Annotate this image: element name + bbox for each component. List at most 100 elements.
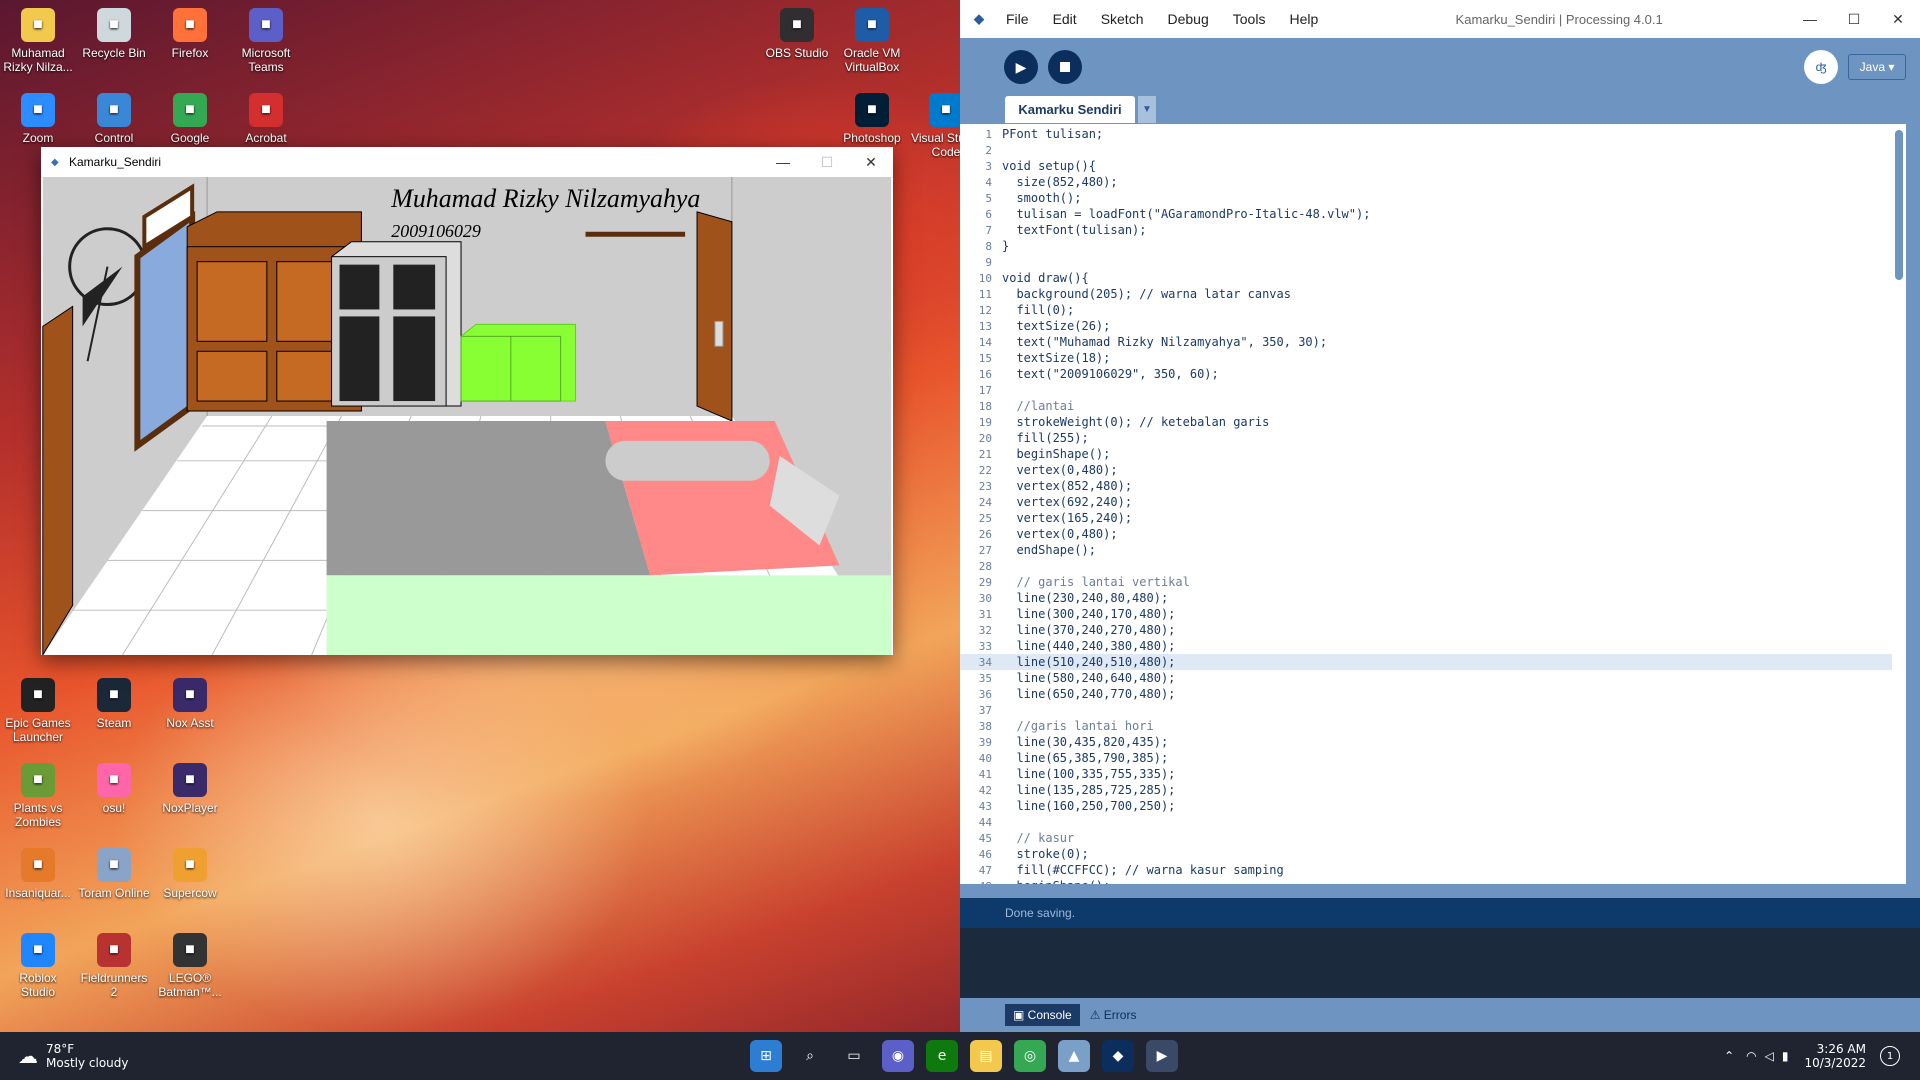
start-icon[interactable]: ⊞ — [750, 1040, 782, 1072]
line-number: 25 — [978, 512, 992, 525]
code-text: //garis lantai hori — [1002, 719, 1154, 733]
desktop-icon[interactable]: ■ Zoom — [2, 87, 74, 145]
console-output[interactable] — [960, 928, 1920, 998]
roblox-icon: ■ — [21, 933, 55, 967]
minimize-button[interactable]: — — [761, 154, 805, 170]
desktop-icon[interactable]: ■ Plants vs Zombies — [2, 757, 74, 829]
desktop-icon[interactable]: ■ Roblox Studio — [2, 927, 74, 999]
line-number: 10 — [978, 272, 992, 285]
menu-item-edit[interactable]: Edit — [1041, 11, 1089, 27]
ide-minimize-button[interactable]: — — [1788, 11, 1832, 27]
console-tab[interactable]: ▣ Console — [1005, 1004, 1080, 1026]
line-number: 12 — [978, 304, 992, 317]
desktop-icon[interactable]: ■ Google — [154, 87, 226, 145]
sketch-titlebar[interactable]: ◆ Kamarku_Sendiri — ☐ ✕ — [41, 147, 893, 177]
code-text: fill(#CCFFCC); // warna kasur samping — [1002, 863, 1284, 877]
fieldrunners-icon: ■ — [97, 933, 131, 967]
volume-icon[interactable]: ◁ — [1765, 1049, 1774, 1063]
tab-kamarku-sendiri[interactable]: Kamarku Sendiri — [1005, 96, 1135, 123]
sketch-taskbar-icon[interactable]: ▶ — [1146, 1040, 1178, 1072]
processing-ide-window[interactable]: ◆ File Edit Sketch Debug Tools Help Kamarku_S… — [960, 0, 1920, 1032]
desktop-icon[interactable]: ■ Firefox — [154, 2, 226, 60]
firefox-icon: ■ — [173, 8, 207, 42]
code-line: 23 vertex(852,480); — [960, 478, 1892, 494]
weather-widget[interactable]: ☁ 78°F Mostly cloudy — [18, 1042, 218, 1070]
code-line: 16 text("2009106029", 350, 60); — [960, 366, 1892, 382]
recycle-icon: ■ — [97, 8, 131, 42]
battery-icon[interactable]: ▮ — [1782, 1049, 1789, 1063]
menu-item-tools[interactable]: Tools — [1221, 11, 1278, 27]
code-text: line(100,335,755,335); — [1002, 767, 1176, 781]
chat-icon[interactable]: ◉ — [882, 1040, 914, 1072]
photos-icon[interactable]: ▲ — [1058, 1040, 1090, 1072]
code-text: textSize(18); — [1002, 351, 1111, 365]
line-number: 42 — [978, 784, 992, 797]
code-editor[interactable]: 1 PFont tulisan; 2 3 void setup(){4 size(852… — [960, 124, 1892, 884]
steam-icon: ■ — [97, 678, 131, 712]
desktop-icon[interactable]: ■ Nox Asst — [154, 672, 226, 730]
ide-maximize-button[interactable]: ☐ — [1832, 11, 1876, 28]
desktop-icon-label: Photoshop — [843, 131, 901, 145]
line-number: 47 — [978, 864, 992, 877]
errors-tab[interactable]: ⚠ Errors — [1090, 1008, 1137, 1022]
editor-scrollbar[interactable] — [1892, 124, 1906, 884]
desktop-icon[interactable]: ■ Steam — [78, 672, 150, 730]
ide-titlebar[interactable]: ◆ File Edit Sketch Debug Tools Help Kamarku_S… — [960, 0, 1920, 38]
stop-button[interactable] — [1048, 50, 1082, 84]
maximize-button[interactable]: ☐ — [805, 154, 849, 171]
menu-item-help[interactable]: Help — [1277, 11, 1330, 27]
menu-item-file[interactable]: File — [994, 11, 1041, 27]
ide-title: Kamarku_Sendiri | Processing 4.0.1 — [1455, 11, 1663, 27]
desktop-icon[interactable]: ■ Insaniquar... — [2, 842, 74, 900]
mode-selector[interactable]: Java ▾ — [1848, 54, 1906, 80]
code-line: 3 void setup(){ — [960, 158, 1892, 174]
code-line: 46 stroke(0); — [960, 846, 1892, 862]
desktop-icon[interactable]: ■ LEGO® Batman™... — [154, 927, 226, 999]
desktop-icon[interactable]: ■ Microsoft Teams — [230, 2, 302, 74]
desktop-icon[interactable]: ■ Muhamad Rizky Nilza... — [2, 2, 74, 74]
desktop-icon[interactable]: ■ NoxPlayer — [154, 757, 226, 815]
chrome-icon[interactable]: ◎ — [1014, 1040, 1046, 1072]
desktop-icon[interactable]: ■ Supercow — [154, 842, 226, 900]
desktop-icon[interactable]: ■ Epic Games Launcher — [2, 672, 74, 744]
menu-bar: File Edit Sketch Debug Tools Help — [994, 11, 1330, 27]
desktop-icon[interactable]: ■ Fieldrunners 2 — [78, 927, 150, 999]
clock-time[interactable]: 3:26 AM — [1804, 1042, 1866, 1056]
desktop-icon[interactable]: ■ Recycle Bin — [78, 2, 150, 60]
desktop-icon[interactable]: ■ OBS Studio — [761, 2, 833, 60]
code-line: 22 vertex(0,480); — [960, 462, 1892, 478]
code-text: // kasur — [1002, 831, 1075, 845]
desktop-icon[interactable]: ■ Photoshop — [836, 87, 908, 145]
menu-item-debug[interactable]: Debug — [1156, 11, 1221, 27]
menu-item-sketch[interactable]: Sketch — [1089, 11, 1156, 27]
code-line: 33 line(440,240,380,480); — [960, 638, 1892, 654]
edge-icon[interactable]: e — [926, 1040, 958, 1072]
desktop-icon[interactable]: ■ osu! — [78, 757, 150, 815]
debug-button[interactable]: ʤ — [1804, 50, 1838, 84]
notification-badge[interactable]: 1 — [1880, 1046, 1900, 1066]
desktop-icon[interactable]: ■ Toram Online — [78, 842, 150, 900]
clock-date[interactable]: 10/3/2022 — [1804, 1056, 1866, 1070]
code-line: 7 textFont(tulisan); — [960, 222, 1892, 238]
code-text: } — [1002, 239, 1010, 253]
sketch-window[interactable]: ◆ Kamarku_Sendiri — ☐ ✕ Muhamad Rizky Ni… — [41, 147, 893, 655]
desktop-icon[interactable]: ■ Acrobat — [230, 87, 302, 145]
file-explorer-icon[interactable]: ▤ — [970, 1040, 1002, 1072]
line-number: 36 — [978, 688, 992, 701]
close-button[interactable]: ✕ — [849, 154, 893, 171]
task-view-icon[interactable]: ▭ — [838, 1040, 870, 1072]
code-line: 47 fill(#CCFFCC); // warna kasur samping — [960, 862, 1892, 878]
desktop-icon-label: Firefox — [171, 46, 209, 60]
run-button[interactable]: ▶ — [1004, 50, 1038, 84]
code-line: 36 line(650,240,770,480); — [960, 686, 1892, 702]
ide-close-button[interactable]: ✕ — [1876, 11, 1920, 28]
code-line: 11 background(205); // warna latar canva… — [960, 286, 1892, 302]
desktop-icon[interactable]: ■ Oracle VM VirtualBox — [836, 2, 908, 74]
code-line: 8} — [960, 238, 1892, 254]
search-icon[interactable]: ⌕ — [794, 1040, 826, 1072]
processing-taskbar-icon[interactable]: ◆ — [1102, 1040, 1134, 1072]
line-number: 8 — [985, 240, 992, 253]
tab-menu-arrow[interactable]: ▼ — [1138, 96, 1156, 123]
wifi-icon[interactable]: ◠ — [1746, 1049, 1756, 1063]
chevron-up-icon[interactable]: ⌃ — [1724, 1049, 1734, 1063]
